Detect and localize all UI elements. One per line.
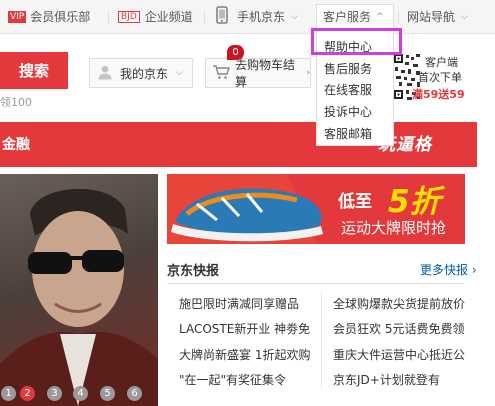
customer-service-label: 客户服务 bbox=[323, 10, 372, 24]
finance-nav-link[interactable]: 金融 bbox=[2, 134, 30, 154]
site-nav-menu[interactable]: 网站导航 ⌵ bbox=[407, 0, 468, 33]
client-promo[interactable]: 满59送59 bbox=[412, 86, 465, 102]
chevron-down-icon: ⌵ bbox=[176, 68, 183, 78]
cart-icon bbox=[212, 64, 230, 83]
carousel-dot[interactable]: 5 bbox=[100, 386, 115, 401]
news-item[interactable]: 京东JD+计划就登有 bbox=[333, 371, 440, 388]
chevron-down-icon: ⌵ bbox=[461, 11, 468, 22]
promo-line-2: 运动大牌限时抢 bbox=[341, 219, 447, 237]
news-item[interactable]: 施巴限时满减同享赠品 bbox=[179, 295, 299, 312]
news-item[interactable]: LACOSTE新开业 神劵免 bbox=[179, 320, 310, 337]
enterprise-label: 企业频道 bbox=[144, 10, 193, 24]
news-item[interactable]: 重庆大件运营中心抵近公 bbox=[333, 346, 465, 363]
cart-count-badge: 0 bbox=[227, 45, 244, 60]
chevron-down-icon: ⌵ bbox=[291, 11, 298, 22]
chevron-right-icon: › bbox=[306, 68, 310, 78]
search-button[interactable]: 搜索 bbox=[0, 52, 68, 89]
menu-item-after-sales[interactable]: 售后服务 bbox=[324, 60, 372, 77]
chevron-up-icon: ^ bbox=[376, 11, 384, 22]
my-jd-label: 我的京东 bbox=[120, 66, 169, 81]
divider bbox=[321, 292, 322, 388]
divider bbox=[204, 11, 205, 23]
divider bbox=[398, 11, 399, 23]
bjd-tag: BJD bbox=[118, 10, 140, 23]
cart-button[interactable]: 去购物车结算 › bbox=[205, 58, 311, 89]
menu-item-service-email[interactable]: 客服邮箱 bbox=[324, 125, 372, 142]
carousel-dot[interactable]: 1 bbox=[1, 386, 16, 401]
vip-club-label: 会员俱乐部 bbox=[30, 10, 91, 24]
search-button-label: 搜索 bbox=[18, 62, 49, 80]
divider bbox=[108, 11, 109, 23]
phone-icon bbox=[216, 6, 228, 27]
client-text-2[interactable]: 首次下单 bbox=[418, 69, 462, 85]
my-jd-button[interactable]: 我的京东 ⌵ bbox=[89, 58, 193, 88]
news-item[interactable]: 全球购爆款尖货提前放价 bbox=[333, 295, 465, 312]
menu-item-online-service[interactable]: 在线客服 bbox=[324, 81, 372, 98]
mobile-jd-label: 手机京东 bbox=[237, 10, 286, 24]
menu-item-complaints[interactable]: 投诉中心 bbox=[324, 103, 372, 120]
client-text-1[interactable]: 客户端 bbox=[425, 54, 458, 70]
carousel-dot[interactable]: 3 bbox=[47, 386, 62, 401]
highlight-box bbox=[311, 28, 402, 55]
divider bbox=[167, 283, 465, 284]
news-title: 京东快报 bbox=[167, 264, 220, 279]
news-more-link[interactable]: 更多快报 › bbox=[420, 261, 477, 278]
mobile-jd-link[interactable]: 手机京东 ⌵ bbox=[216, 0, 298, 33]
carousel-dot-active[interactable]: 2 bbox=[20, 386, 35, 401]
cart-label: 去购物车结算 bbox=[235, 58, 296, 89]
user-icon bbox=[97, 64, 113, 83]
search-hint[interactable]: 领100 bbox=[0, 94, 32, 110]
vip-tag: VIP bbox=[8, 10, 27, 23]
carousel-dot[interactable]: 4 bbox=[73, 386, 88, 401]
promo-discount: 5折 bbox=[388, 184, 441, 220]
carousel-dot[interactable]: 6 bbox=[127, 386, 142, 401]
site-nav-label: 网站导航 bbox=[407, 10, 456, 24]
enterprise-link[interactable]: BJD 企业频道 bbox=[118, 0, 193, 33]
news-item[interactable]: 会员狂欢 5元话费免费领 bbox=[333, 320, 464, 337]
vip-club-link[interactable]: VIP 会员俱乐部 bbox=[8, 0, 90, 33]
main-carousel-image[interactable] bbox=[0, 174, 158, 406]
news-item[interactable]: 大牌尚新盛宴 1折起欢购 bbox=[179, 346, 310, 363]
news-item[interactable]: "在一起"有奖征集令 bbox=[179, 371, 286, 388]
promo-line-1: 低至 bbox=[338, 192, 372, 212]
